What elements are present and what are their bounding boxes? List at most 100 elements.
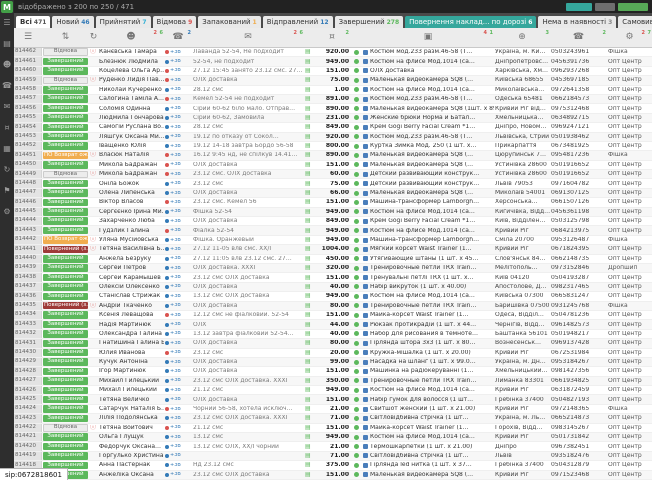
order-row[interactable]: 814460ЗавершенийКоцелева Ольга Ар…+ЗВ27.… [14,67,652,76]
product-cell[interactable]: Машинка на радіокеруванні (1… [362,368,494,374]
tab-Завершений[interactable]: Завершений278 [335,16,404,28]
product-cell[interactable]: Маленькая видеокамера SQ8 (… [362,152,494,158]
order-row[interactable]: 814446ЗавершенийВіктор Власов+ЗВ23.12 см… [14,198,652,207]
product-cell[interactable]: Гірлянда штора 3х3 (1 шт. х 80… [362,340,494,346]
product-column-icon[interactable]: ▣14 [362,33,494,42]
order-row[interactable]: 814452ЗавершенийІващенко Юлія+ЗВ19.12 14… [14,142,652,151]
contacts-icon[interactable]: ☻ [3,61,11,69]
info-icon[interactable]: ⓘ [90,171,96,177]
status-badge[interactable]: Завершений [43,142,88,150]
product-cell[interactable]: Костюм на флисе Мод.1014 (са… [362,59,494,65]
call-cell[interactable]: +ЗВ [164,125,192,130]
status-badge[interactable]: Відмова [43,77,88,85]
order-row[interactable]: 814444ЗавершенийЗахарченко Люба+ЗВОЛХ до… [14,217,652,226]
status-badge[interactable]: Завершений [43,264,88,272]
order-row[interactable]: 814439ЗавершенийСергей Петров+ЗВОЛХ дост… [14,264,652,273]
call-cell[interactable]: +ЗВ [164,191,192,196]
doc-icon[interactable]: ▤ [305,77,311,83]
call-cell[interactable]: +ЗВ [164,97,192,102]
status-badge[interactable]: Завершений [43,199,88,207]
doc-icon[interactable]: ▤ [305,331,311,337]
status-badge[interactable]: Завершений [43,105,88,113]
status-badge[interactable]: Завершений [43,396,88,404]
calls-icon[interactable]: ☎ [2,82,12,90]
call-cell[interactable]: +ЗВ [164,228,192,233]
call-cell[interactable]: +ЗВ [164,162,192,167]
doc-icon[interactable]: ▤ [305,462,311,468]
status-badge[interactable]: Завершений [43,227,88,235]
call-cell[interactable]: +ЗВ [164,378,192,383]
status-badge[interactable]: Завершений [43,274,88,282]
product-cell[interactable]: Костюм мод.233 разм.46-58 (Т… [362,49,494,55]
status-badge[interactable]: Завершений [43,358,88,366]
order-row[interactable]: 814438ЗавершенийСергей Карамышев+ЗВ23.12… [14,273,652,282]
doc-icon[interactable]: ▤ [305,303,311,309]
order-row[interactable]: 814432ЗавершенийОлександра Галина В…+ЗВ1… [14,330,652,339]
topbar-chip-1[interactable] [595,3,615,11]
status-badge[interactable]: Відмова [43,48,88,56]
status-badge[interactable]: Відмова [43,424,88,432]
call-cell[interactable]: +ЗВ [164,463,192,468]
call-cell[interactable]: +ЗВ [164,68,192,73]
status-badge[interactable]: Завершений [43,255,88,263]
call-cell[interactable]: +ЗВ [164,388,192,393]
call-cell[interactable]: +ЗВ [164,172,192,177]
order-row[interactable]: 814428ЗавершенийІгор Мартинюк+ЗВОЛХ дост… [14,367,652,376]
order-row[interactable]: 814431ЗавершенийГнатишина Галина Б…+ЗВОЛ… [14,339,652,348]
product-cell[interactable]: Костюм на флисе Мод.1014 (са… [362,434,494,440]
call-cell[interactable]: +ЗВ [164,134,192,139]
order-row[interactable]: 814456ЗавершенийСоломія Одинна+ЗВСірий 6… [14,104,652,113]
order-row[interactable]: 814453ЗавершенийЛяшгук Оксана Ми…+ЗВ19.1… [14,133,652,142]
order-row[interactable]: 814417ЗавершенийАнжеліка Оксана+ЗВ23.12 … [14,471,652,480]
status-badge[interactable]: Повернений (з… [43,302,88,310]
call-cell[interactable]: +ЗВ [164,350,192,355]
order-row[interactable]: 814449ВідмоваⓘМикола Бадражан+ЗВ23.12 см… [14,170,652,179]
product-cell[interactable]: Мягкий корсет Waist Trainer (1… [362,246,494,252]
status-badge[interactable]: Завершений [43,405,88,413]
order-row[interactable]: 814420ЗавершенийФедорчук Оксана…+ЗВ13.12… [14,442,652,451]
order-row[interactable]: 814427ЗавершенийМихаил Гилецький+ЗВ23.12… [14,377,652,386]
doc-icon[interactable]: ▤ [305,256,311,262]
product-cell[interactable]: Костюм на флисе Мод.1014 (са… [362,387,494,393]
call-cell[interactable]: +ЗВ [164,219,192,224]
status-badge[interactable]: Завершений [43,368,88,376]
call-cell[interactable]: +ЗВ [164,256,192,261]
call-cell[interactable]: +ЗВ [164,238,192,243]
doc-icon[interactable]: ▤ [305,171,311,177]
call-cell[interactable]: +ЗВ [164,209,192,214]
doc-icon[interactable]: ▤ [305,143,311,149]
doc-icon[interactable]: ▤ [305,359,311,365]
order-row[interactable]: 814437ЗавершенийОлексій Олексенко+ЗВОЛХ … [14,283,652,292]
status-badge[interactable]: Повернений (з… [43,246,88,254]
order-row[interactable]: 814451ПО Возврат ож.ⓘВласюк Наталія+ЗВ16… [14,151,652,160]
product-cell[interactable]: Набор для рисования в темноте… [362,331,494,337]
order-row[interactable]: 814454ЗавершенийСамогій Руслана Во…+ЗВ28… [14,123,652,132]
call-cell[interactable]: +ЗВ [164,284,192,289]
status-badge[interactable]: Завершений [43,67,88,75]
order-row[interactable]: 814424ЗавершенийСатарчук Наталія Б…+ЗВЧо… [14,405,652,414]
doc-icon[interactable]: ▤ [305,152,311,158]
source-column-icon[interactable]: ⚙72 [607,33,652,42]
order-row[interactable]: 814422ВідмоваⓘТетяна Войтович+ЗВ21.12 см… [14,424,652,433]
tab-Відмова[interactable]: Відмова9 [153,16,197,28]
call-cell[interactable]: +ЗВ [164,444,192,449]
call-cell[interactable]: +ЗВ [164,50,192,55]
product-cell[interactable]: Тренувальні петлі TRX (1 шт. х… [362,275,494,281]
customer-column-icon[interactable]: ☻62 [98,33,164,42]
product-cell[interactable]: Майка-корсет Waist Trainer (1… [362,312,494,318]
product-cell[interactable]: Машина-трансформер Lamborgh… [362,199,494,205]
product-cell[interactable]: Крем Gogi Berry Facial Cream *1… [362,218,494,224]
location-column-icon[interactable]: ⊕3 [494,33,550,42]
doc-icon[interactable]: ▤ [305,378,311,384]
doc-icon[interactable]: ▤ [305,397,311,403]
tab-Відправлений[interactable]: Відправлений12 [263,16,333,28]
dashboard-icon[interactable]: ▤ [3,40,11,48]
call-cell[interactable]: +ЗВ [164,275,192,280]
doc-icon[interactable]: ▤ [305,218,311,224]
call-column-icon[interactable]: ☎2 [164,33,192,42]
status-badge[interactable]: ПО Возврат ож. [43,152,88,160]
product-cell[interactable]: Свитшот женский (1 шт. х 21.00) [362,406,494,412]
status-badge[interactable]: Завершений [43,452,88,460]
call-cell[interactable]: +ЗВ [164,59,192,64]
order-row[interactable]: 814436ЗавершенийСтаніслав Стрижак+ЗВ13.1… [14,292,652,301]
